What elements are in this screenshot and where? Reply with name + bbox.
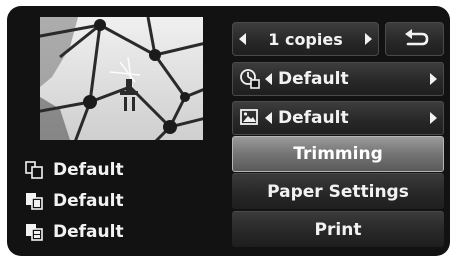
triangle-left-icon[interactable] [265, 73, 272, 85]
print-button-label: Print [314, 219, 362, 240]
paper-settings-button-label: Paper Settings [267, 181, 409, 202]
date-print-value: Default [278, 69, 349, 89]
triangle-right-icon[interactable] [430, 112, 437, 124]
status-layout: Default [23, 218, 124, 246]
date-print-setting[interactable]: Default [232, 62, 444, 96]
triangle-left-icon[interactable] [239, 33, 246, 45]
image-optimize-setting[interactable]: Default [232, 101, 444, 135]
status-paper-size-value: Default [53, 160, 124, 180]
paper-settings-button[interactable]: Paper Settings [232, 173, 444, 209]
back-button[interactable] [385, 22, 444, 56]
image-optimize-icon [239, 107, 261, 129]
layout-icon [23, 221, 45, 243]
copies-label: 1 copies [268, 29, 343, 49]
paper-size-icon [23, 159, 45, 181]
status-paper-size: Default [23, 156, 124, 184]
triangle-left-icon[interactable] [265, 112, 272, 124]
photo-thumbnail [40, 17, 203, 140]
print-settings-screen: Default Default Default 1 copies Default… [7, 6, 450, 256]
date-print-icon [239, 68, 261, 90]
paper-type-icon [23, 190, 45, 212]
status-layout-value: Default [53, 222, 124, 242]
photo-preview [40, 17, 203, 140]
status-paper-type: Default [23, 187, 124, 215]
triangle-right-icon[interactable] [365, 33, 372, 45]
status-paper-type-value: Default [53, 191, 124, 211]
print-button[interactable]: Print [232, 211, 444, 247]
trimming-button[interactable]: Trimming [232, 136, 444, 172]
image-optimize-value: Default [278, 108, 349, 128]
copies-selector[interactable]: 1 copies [232, 22, 379, 56]
return-arrow-icon [404, 29, 428, 46]
triangle-right-icon[interactable] [430, 73, 437, 85]
trimming-button-label: Trimming [293, 144, 383, 164]
